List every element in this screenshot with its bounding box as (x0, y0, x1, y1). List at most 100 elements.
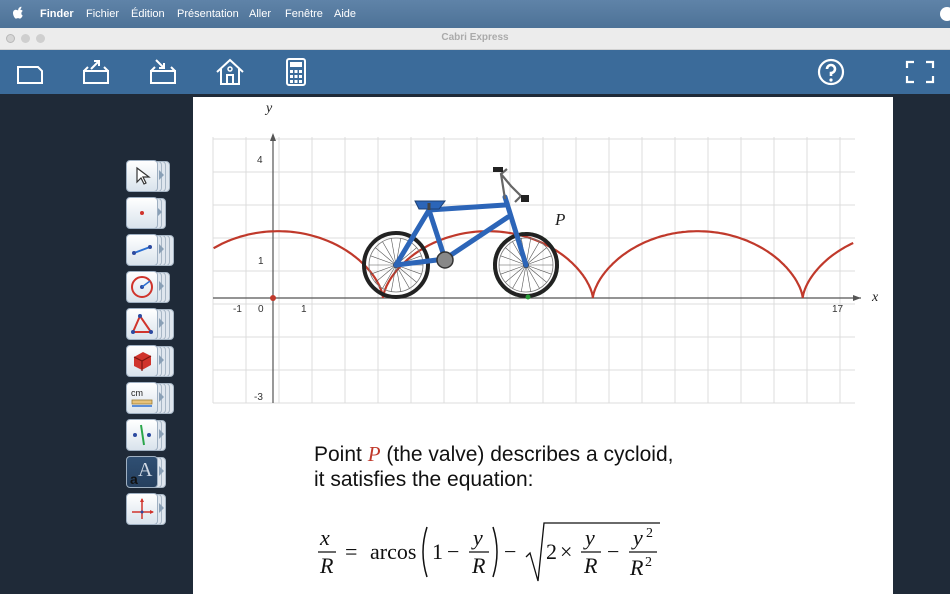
x-tick-17: 17 (832, 304, 844, 315)
main-toolbar (0, 50, 950, 94)
new-document-icon (17, 66, 43, 84)
tool-measure[interactable]: cm (126, 382, 174, 414)
eq-frac1-num: y (471, 525, 483, 550)
x-tick-1: 1 (301, 304, 307, 315)
export-icon (83, 60, 109, 84)
wheel-spoke (525, 255, 552, 266)
fullscreen-button[interactable] (900, 54, 940, 90)
wheel-spoke (525, 264, 552, 275)
eq-frac3-num-exp: 2 (646, 526, 653, 541)
calculator-button[interactable] (276, 54, 316, 90)
menu-item-fichier[interactable]: Fichier (86, 7, 119, 21)
eq-two: 2 (546, 539, 557, 564)
eq-frac2-num: y (583, 525, 595, 550)
home-button[interactable] (210, 54, 250, 90)
wheel-spoke (505, 264, 527, 283)
y-axis-arrow (270, 133, 276, 141)
menu-item-fenetre[interactable]: Fenêtre (285, 7, 323, 21)
handlebar (499, 168, 523, 203)
cycloid-curve (213, 230, 854, 299)
tool-text[interactable]: Aa (126, 456, 174, 488)
cycloid-graph: x y -1 0 1 17 4 1 -3 P x R = arcos 1 − y… (212, 101, 879, 582)
eq-minus-1: − (447, 539, 459, 564)
y-axis-label: y (264, 101, 273, 116)
menu-item-presentation[interactable]: Présentation (177, 7, 239, 21)
help-icon (817, 58, 845, 86)
status-check-icon[interactable] (940, 7, 950, 21)
tool-pointer[interactable] (126, 160, 174, 192)
wheel-spoke (395, 264, 417, 283)
origin-point (270, 295, 276, 301)
wheel-spoke (525, 264, 547, 283)
triangle-icon (131, 313, 153, 334)
eq-minus-2: − (504, 539, 516, 564)
caption-text: Point P (the valve) describes a cycloid,… (314, 442, 674, 492)
drawing-canvas[interactable]: x y -1 0 1 17 4 1 -3 P x R = arcos 1 − y… (193, 97, 893, 594)
y-tick-1: 1 (258, 256, 264, 267)
svg-text:a: a (130, 471, 138, 485)
eq-times: × (560, 539, 572, 564)
caption-point-p: P (367, 442, 381, 466)
menu-bar: Finder Fichier Édition Présentation Alle… (0, 0, 950, 28)
point-icon (140, 211, 144, 215)
eq-lhs-num: x (319, 525, 330, 550)
point-p-label: P (554, 210, 565, 229)
wheel-spoke (370, 264, 397, 275)
import-button[interactable] (143, 54, 183, 90)
tool-axes[interactable] (126, 493, 174, 525)
grid (212, 137, 855, 404)
help-button[interactable] (811, 54, 851, 90)
home-icon (216, 58, 244, 85)
eq-one: 1 (432, 539, 443, 564)
cycloid-equation: x R = arcos 1 − y R − 2 × y R − y 2 R 2 (318, 522, 660, 582)
new-document-button[interactable] (10, 54, 50, 90)
wheel-spoke (500, 264, 527, 275)
text-icon: Aa (130, 459, 153, 485)
tool-perpendicular[interactable] (126, 419, 174, 451)
x-axis-label: x (871, 290, 879, 305)
tool-segment[interactable] (126, 234, 174, 266)
menu-item-aller[interactable]: Aller (249, 7, 271, 21)
apple-icon[interactable] (12, 6, 24, 20)
tool-circle[interactable] (126, 271, 174, 303)
eq-frac3-den: R (629, 555, 644, 580)
window-titlebar: Cabri Express (0, 28, 950, 50)
tool-palette: cm Aa (0, 94, 193, 594)
bicycle-frame (393, 194, 529, 268)
measure-unit-label: cm (131, 388, 143, 398)
eq-lhs-den: R (319, 553, 334, 578)
right-margin (893, 94, 950, 594)
eq-func: arcos (370, 539, 416, 564)
solid-icon (133, 352, 152, 371)
menu-item-aide[interactable]: Aide (334, 7, 356, 21)
eq-minus-3: − (607, 539, 619, 564)
calculator-icon (286, 58, 306, 86)
eq-frac3-den-exp: 2 (645, 555, 652, 570)
export-button[interactable] (76, 54, 116, 90)
menu-app-finder[interactable]: Finder (40, 7, 74, 21)
segment-icon (132, 245, 152, 255)
pointer-icon (136, 166, 151, 185)
caption-line1-after: (the valve) describes a cycloid, (380, 443, 674, 466)
fullscreen-icon (905, 60, 935, 84)
eq-frac2-den: R (583, 553, 598, 578)
contact-point (525, 294, 531, 300)
tool-solid[interactable] (126, 345, 174, 377)
wheel-spoke (370, 255, 397, 266)
axes-icon (132, 498, 154, 519)
x-tick-neg1: -1 (233, 304, 242, 315)
tool-point[interactable] (126, 197, 174, 229)
circle-icon (131, 276, 153, 298)
svg-text:A: A (138, 459, 153, 481)
tool-triangle[interactable] (126, 308, 174, 340)
measure-icon: cm (131, 388, 153, 407)
menu-item-edition[interactable]: Édition (131, 7, 165, 21)
window-title: Cabri Express (441, 32, 509, 43)
x-axis-arrow (853, 295, 861, 301)
caption-line1-before: Point (314, 443, 368, 466)
import-icon (150, 59, 176, 84)
eq-frac3-num: y (631, 525, 643, 550)
crank (436, 251, 454, 269)
eq-equals: = (345, 539, 357, 564)
y-tick-4: 4 (257, 155, 263, 166)
